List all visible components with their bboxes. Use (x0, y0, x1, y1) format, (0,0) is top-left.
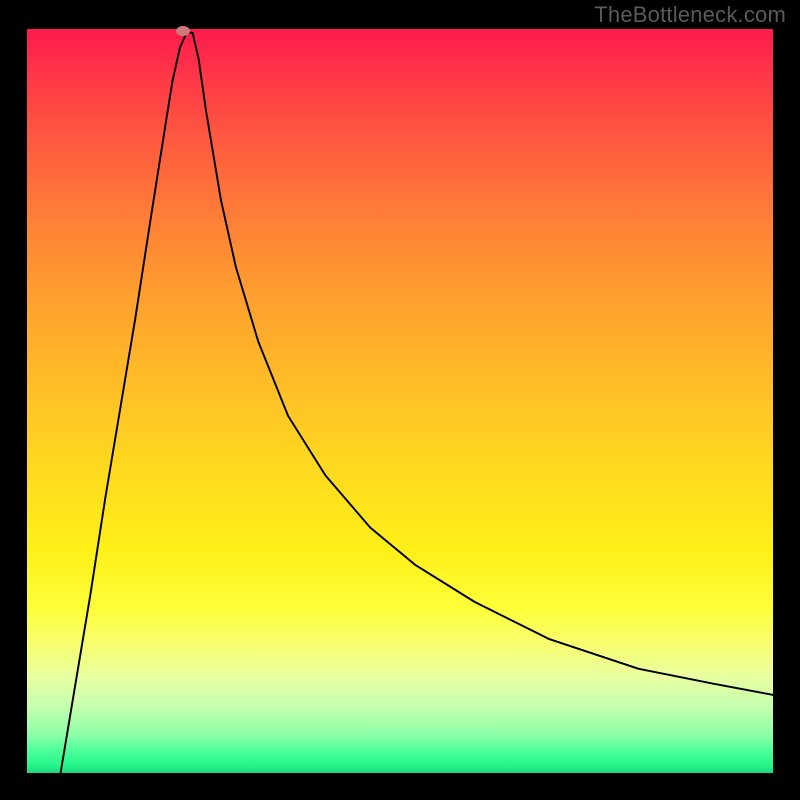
plot-area (27, 29, 773, 773)
chart-frame: TheBottleneck.com (0, 0, 800, 800)
min-marker (176, 26, 190, 36)
curve-path (61, 33, 773, 773)
watermark-text: TheBottleneck.com (594, 2, 786, 28)
curve-svg (27, 29, 773, 773)
